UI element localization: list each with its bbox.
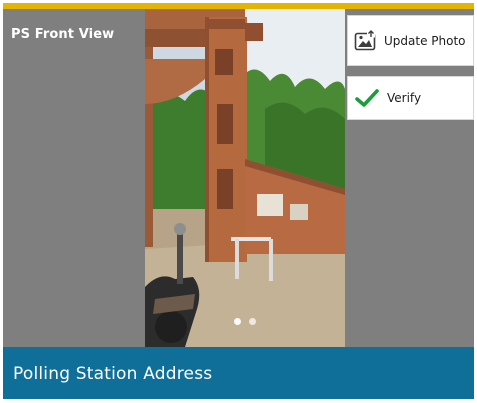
update-photo-button[interactable]: Update Photo bbox=[347, 15, 474, 66]
polling-station-address-bar[interactable]: Polling Station Address bbox=[3, 347, 474, 399]
ps-front-view-card: PS Front View Update Photo Verify Pollin… bbox=[3, 3, 474, 399]
carousel-indicator bbox=[145, 318, 345, 325]
photo-panel: PS Front View Update Photo Verify bbox=[3, 9, 474, 347]
checkmark-icon bbox=[355, 88, 379, 108]
verify-label: Verify bbox=[387, 91, 422, 105]
carousel-dot[interactable] bbox=[249, 318, 256, 325]
update-photo-label: Update Photo bbox=[384, 33, 466, 48]
polling-station-address-label: Polling Station Address bbox=[13, 364, 213, 384]
carousel-dot-active[interactable] bbox=[234, 318, 241, 325]
verify-button[interactable]: Verify bbox=[347, 76, 474, 120]
image-upload-icon bbox=[354, 29, 376, 52]
panel-title: PS Front View bbox=[11, 27, 115, 42]
polling-station-photo[interactable] bbox=[145, 9, 345, 347]
photo-image bbox=[145, 9, 345, 347]
